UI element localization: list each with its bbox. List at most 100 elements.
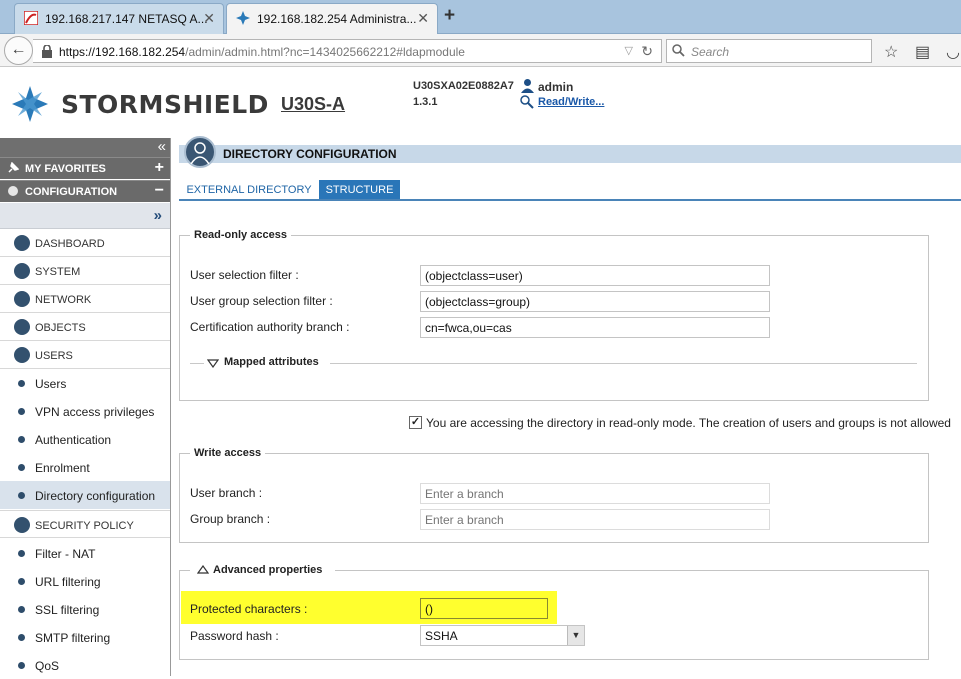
- ca-branch-input[interactable]: [420, 317, 770, 338]
- sidebar-subitem-label: Users: [35, 377, 67, 391]
- protected-characters-label: Protected characters :: [190, 602, 308, 616]
- sidebar-section-configuration[interactable]: CONFIGURATION −: [0, 180, 170, 202]
- new-tab-icon[interactable]: +: [444, 5, 455, 27]
- sidebar-item-system[interactable]: SYSTEM: [0, 257, 170, 285]
- plus-icon[interactable]: +: [155, 159, 164, 177]
- divider: [928, 570, 929, 660]
- sidebar-item-security-policy[interactable]: SECURITY POLICY: [0, 510, 170, 538]
- user-branch-label: User branch :: [190, 486, 263, 500]
- browser-tab-stormshield[interactable]: 192.168.182.254 Administra... ✕: [226, 3, 438, 35]
- mapped-attributes-toggle[interactable]: Mapped attributes: [224, 356, 319, 368]
- pocket-icon[interactable]: ◡: [946, 42, 960, 62]
- protected-characters-input[interactable]: [420, 598, 548, 619]
- chevron-down-icon[interactable]: ▼: [567, 626, 584, 645]
- bullet-icon: [18, 578, 25, 585]
- reading-list-icon[interactable]: ▤: [915, 42, 930, 62]
- sidebar-subitem-directory-configuration[interactable]: Directory configuration: [0, 481, 170, 509]
- bullet-icon: [18, 550, 25, 557]
- tab-external-directory[interactable]: EXTERNAL DIRECTORY: [184, 180, 314, 200]
- user-branch-input[interactable]: [420, 483, 770, 504]
- sidebar-expand-bar[interactable]: »: [0, 203, 170, 229]
- browser-nav-bar: https://192.168.182.254/admin/admin.html…: [0, 34, 961, 67]
- sidebar-item-label: OBJECTS: [35, 322, 86, 334]
- sidebar-item-users[interactable]: USERS: [0, 341, 170, 369]
- tab-close-icon[interactable]: ✕: [417, 10, 429, 27]
- sidebar-subitem-ssl-filtering[interactable]: SSL filtering: [0, 595, 170, 623]
- sidebar-item-label: SECURITY POLICY: [35, 520, 134, 532]
- sidebar-subitem-label: Enrolment: [35, 461, 90, 475]
- password-hash-select[interactable]: SSHA: [420, 625, 585, 646]
- sidebar-subitem-label: QoS: [35, 659, 60, 673]
- brand-name: STORMSHIELD: [61, 90, 269, 119]
- bullet-icon: [18, 464, 25, 471]
- advanced-properties-toggle[interactable]: Advanced properties: [213, 564, 322, 576]
- sidebar-subitem-label: VPN access privileges: [35, 405, 155, 419]
- sidebar-subitem-label: Filter - NAT: [35, 547, 96, 561]
- sidebar-item-label: DASHBOARD: [35, 238, 105, 250]
- sidebar-subitem-label: SMTP filtering: [35, 631, 111, 645]
- sidebar-subitem-url-filtering[interactable]: URL filtering: [0, 567, 170, 595]
- serial-number: U30SXA02E0882A7: [413, 80, 514, 92]
- reload-icon[interactable]: ↻: [641, 43, 653, 60]
- bullet-icon: [18, 606, 25, 613]
- minus-icon[interactable]: −: [155, 182, 164, 200]
- fieldset-legend: Write access: [194, 447, 262, 459]
- bullet-icon: [18, 634, 25, 641]
- app-header: STORMSHIELD U30S-A U30SXA02E0882A7 1.3.1…: [0, 68, 961, 138]
- tab-title: 192.168.182.254 Administra...: [257, 12, 417, 26]
- tab-structure[interactable]: STRUCTURE: [319, 180, 400, 200]
- bullet-icon: [18, 662, 25, 669]
- bullet-icon: [18, 380, 25, 387]
- sidebar-subitem-authentication[interactable]: Authentication: [0, 425, 170, 453]
- sidebar-subitem-users[interactable]: Users: [0, 369, 170, 397]
- lock-icon: [42, 45, 52, 58]
- readonly-access-fieldset: Read-only access: [179, 229, 929, 401]
- readonly-checkbox[interactable]: ✓: [409, 416, 422, 429]
- group-filter-label: User group selection filter :: [190, 294, 333, 308]
- group-branch-label: Group branch :: [190, 512, 271, 526]
- sidebar-item-dashboard[interactable]: DASHBOARD: [0, 229, 170, 257]
- double-chevron-left-icon: «: [157, 138, 166, 155]
- bookmark-star-icon[interactable]: ☆: [884, 42, 898, 62]
- sidebar-section-label: MY FAVORITES: [25, 163, 106, 175]
- sidebar-section-favorites[interactable]: MY FAVORITES +: [0, 157, 170, 179]
- sidebar-subitem-qos[interactable]: QoS: [0, 651, 170, 679]
- browser-tab-netasq[interactable]: 192.168.217.147 NETASQ A... ✕: [14, 3, 224, 34]
- firmware-version: 1.3.1: [413, 96, 438, 108]
- url-text: https://192.168.182.254/admin/admin.html…: [59, 45, 465, 59]
- sidebar-subitem-enrolment[interactable]: Enrolment: [0, 453, 170, 481]
- tabs-underline: [179, 199, 961, 201]
- sidebar-subitem-vpn-access[interactable]: VPN access privileges: [0, 397, 170, 425]
- search-placeholder: Search: [691, 45, 730, 59]
- tab-close-icon[interactable]: ✕: [203, 10, 215, 27]
- group-branch-input[interactable]: [420, 509, 770, 530]
- stormshield-favicon-icon: [236, 11, 250, 25]
- sidebar-collapse-bar[interactable]: «: [0, 138, 170, 157]
- url-dropdown-icon[interactable]: ▽: [625, 44, 633, 57]
- sidebar-subitem-label: Directory configuration: [35, 489, 156, 503]
- tab-title: 192.168.217.147 NETASQ A...: [45, 12, 208, 26]
- search-input[interactable]: Search: [666, 39, 872, 63]
- sidebar-item-label: NETWORK: [35, 294, 92, 306]
- network-icon: [14, 291, 30, 307]
- key-search-icon: [520, 95, 534, 109]
- username: admin: [538, 80, 574, 94]
- back-button[interactable]: ←: [4, 36, 33, 65]
- ca-branch-label: Certification authority branch :: [190, 320, 350, 334]
- user-filter-label: User selection filter :: [190, 268, 299, 282]
- access-mode-link[interactable]: Read/Write...: [538, 96, 604, 108]
- group-filter-input[interactable]: [420, 291, 770, 312]
- directory-user-icon: [184, 136, 216, 168]
- user-filter-input[interactable]: [420, 265, 770, 286]
- url-bar[interactable]: https://192.168.182.254/admin/admin.html…: [33, 39, 662, 63]
- chevron-up-icon[interactable]: [197, 565, 209, 574]
- sidebar-subitem-smtp-filtering[interactable]: SMTP filtering: [0, 623, 170, 651]
- sidebar-item-network[interactable]: NETWORK: [0, 285, 170, 313]
- readonly-notice: You are accessing the directory in read-…: [426, 416, 951, 430]
- sidebar-subitem-filter-nat[interactable]: Filter - NAT: [0, 539, 170, 567]
- chevron-down-icon[interactable]: [207, 359, 219, 368]
- divider: [330, 363, 917, 364]
- dashboard-icon: [14, 235, 30, 251]
- sidebar-item-objects[interactable]: OBJECTS: [0, 313, 170, 341]
- security-policy-icon: [14, 517, 30, 533]
